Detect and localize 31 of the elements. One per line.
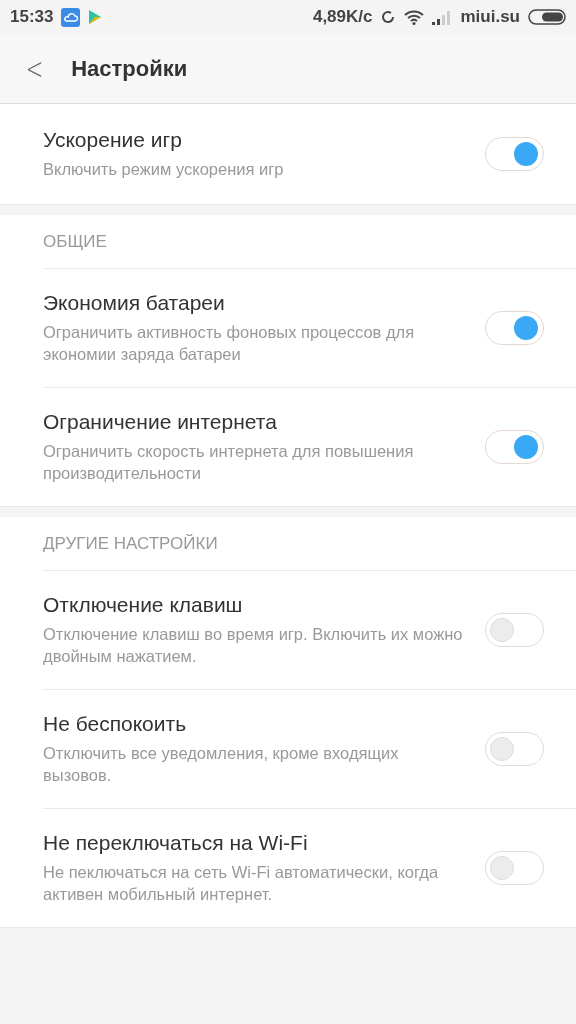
cloud-icon xyxy=(61,7,81,27)
toggle-switch[interactable] xyxy=(485,732,544,766)
sync-icon xyxy=(380,9,397,25)
setting-title: Не беспокоить xyxy=(43,712,188,736)
wifi-icon xyxy=(404,9,425,25)
time: 15:33 xyxy=(10,7,54,27)
setting-title: Не переключаться на Wi-Fi xyxy=(43,831,309,855)
network-speed: 4,89K/c xyxy=(312,7,373,27)
setting-description: Отключить все уведомления, кроме входящих вызовов. xyxy=(43,743,400,786)
setting-description: Включить режим ускорения игр xyxy=(43,159,285,180)
setting-description: Отключение клавиш во время игр. Включить их можно двойным нажатием. xyxy=(43,624,464,667)
toggle-switch[interactable] xyxy=(485,311,544,345)
section-heading: ОБЩИЕ xyxy=(43,215,576,269)
setting-title: Отключение клавиш xyxy=(43,593,244,617)
toggle-switch[interactable] xyxy=(485,137,544,171)
setting-description: Ограничить активность фоновых процессов для экономии заряда батареи xyxy=(43,322,416,365)
toggle-switch[interactable] xyxy=(485,851,544,885)
signal-icon xyxy=(432,9,453,25)
toggle-switch[interactable] xyxy=(485,613,544,647)
setting-title: Экономия батареи xyxy=(43,291,226,315)
setting-description: Ограничить скорость интернета для повышения производительности xyxy=(43,441,415,484)
setting-description: Не пеключаться на сеть Wi-Fi автоматически, когда активен мобильный интернет. xyxy=(43,862,440,905)
section-heading: ДРУГИЕ НАСТРОЙКИ xyxy=(43,517,576,571)
carrier-name: miui.su xyxy=(460,7,520,27)
setting-title: Ускорение игр xyxy=(43,128,183,152)
back-button[interactable]: < xyxy=(25,51,44,86)
setting-title: Ограничение интернета xyxy=(43,410,278,434)
toggle-switch[interactable] xyxy=(485,430,544,464)
battery-icon xyxy=(528,9,566,25)
play-store-icon xyxy=(88,9,103,25)
screen-title: Настройки xyxy=(71,55,188,82)
